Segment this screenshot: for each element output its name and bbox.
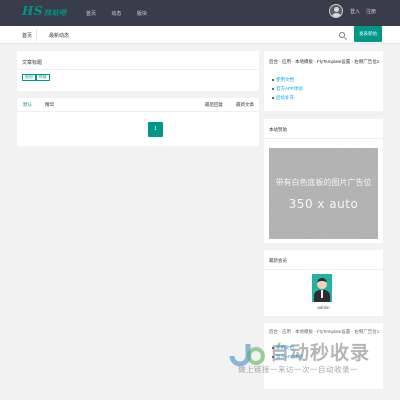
top-navbar: HS找站吧 首页 动态 版块 登入 注册 [0, 0, 400, 26]
post-new-button[interactable]: 发表新帖 [354, 26, 382, 42]
placeholder-caption: 带有白色底板的图片广告位 [275, 178, 372, 187]
compose-card: 文章标题 原创 转载 [17, 51, 259, 91]
sort-newest[interactable]: 最新文章 [236, 102, 254, 108]
post-list-card: 默认 精华 最后回复 最新文章 1 [17, 98, 259, 146]
ad-link-more[interactable]: 后续补充 [272, 95, 303, 101]
list-filter-bar: 默认 精华 最后回复 最新文章 [17, 98, 259, 112]
divider [17, 69, 259, 70]
user-avatar-icon[interactable] [328, 4, 343, 18]
sponsor-card: 本站赞助 带有白色底板的图片广告位 350 x auto [264, 119, 383, 243]
ad-link-app[interactable]: 官方APP体验 [272, 86, 303, 92]
nav-item-sections[interactable]: 版块 [137, 11, 147, 17]
sponsor-title: 本站赞助 [269, 127, 287, 132]
members-title: 最新会员 [269, 258, 287, 263]
watermark-subtitle: 做上链接一来访一次一自动收录一 [238, 365, 358, 374]
ad-description: 后台 - 应用 - 本地模板 - FlyTemplate设置 - 右侧广告位1 [269, 59, 380, 64]
nav-item-dynamic[interactable]: 动态 [111, 11, 121, 17]
avatar-tie [321, 290, 323, 298]
article-title-field[interactable]: 文章标题 [22, 59, 42, 66]
site-logo[interactable]: HS找站吧 [22, 4, 67, 18]
login-link[interactable]: 登入 [350, 8, 360, 15]
placeholder-size: 350 x auto [288, 197, 359, 211]
watermark: 自动秒收录 做上链接一来访一次一自动收录一 [228, 334, 386, 384]
nav-item-home[interactable]: 首页 [86, 11, 96, 17]
tag-repost[interactable]: 转载 [36, 74, 50, 81]
tab-latest[interactable]: 最新动态 [49, 32, 69, 39]
main-nav: 首页 动态 版块 [86, 10, 161, 17]
register-link[interactable]: 注册 [366, 8, 376, 15]
ad-link-list: 使用文档 官方APP体验 后续补充 [272, 77, 303, 104]
ad-image-placeholder[interactable]: 带有白色底板的图片广告位 350 x auto [269, 148, 378, 239]
member-name[interactable]: admin [264, 305, 383, 310]
pagination-page-1[interactable]: 1 [148, 122, 163, 137]
member-avatar[interactable] [312, 274, 332, 302]
filter-featured[interactable]: 精华 [45, 102, 54, 108]
logo-main: HS [22, 4, 44, 18]
user-area: 登入 注册 [328, 4, 382, 18]
logo-sub: 找站吧 [44, 8, 67, 17]
tag-original[interactable]: 原创 [22, 74, 36, 81]
watermark-title: 自动秒收录 [270, 342, 371, 364]
new-members-card: 最新会员 admin [264, 250, 383, 316]
tab-divider [36, 29, 37, 41]
sub-navbar: 首页 最新动态 [0, 26, 400, 44]
divider [264, 269, 383, 270]
tab-home[interactable]: 首页 [22, 32, 32, 39]
avatar-face [317, 278, 327, 289]
search-icon[interactable] [339, 32, 345, 38]
filter-default[interactable]: 默认 [23, 102, 32, 108]
sort-last-reply[interactable]: 最后回复 [205, 102, 223, 108]
ad-link-docs[interactable]: 使用文档 [272, 77, 303, 83]
divider [264, 138, 383, 139]
sidebar-ad-card: 后台 - 应用 - 本地模板 - FlyTemplate设置 - 右侧广告位1 … [264, 51, 383, 111]
